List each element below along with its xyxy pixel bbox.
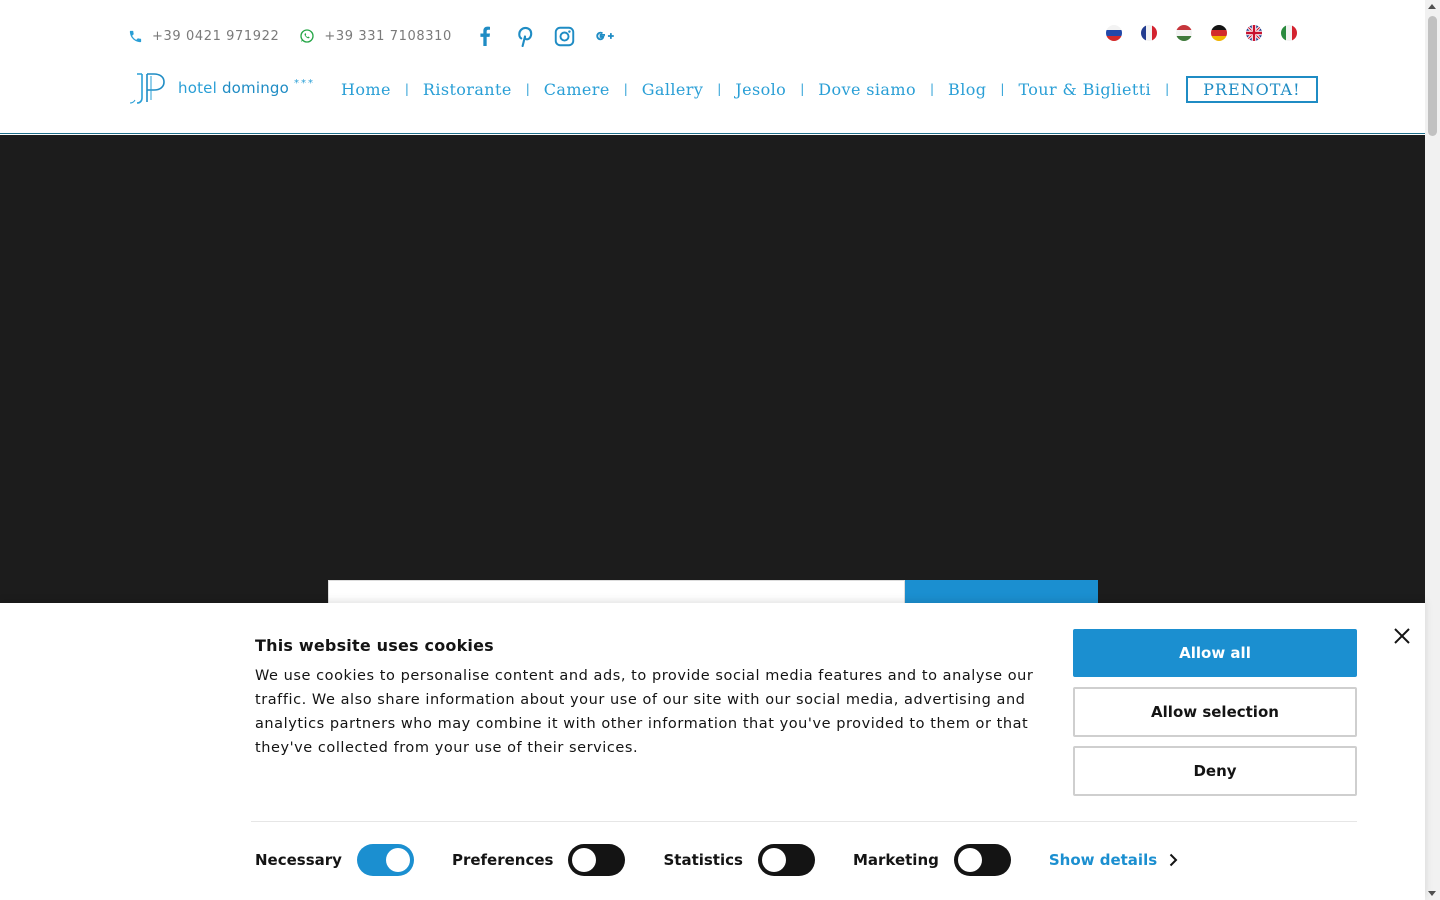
whatsapp-contact[interactable]: +39 331 7108310: [299, 28, 451, 44]
chevron-right-icon: [1169, 853, 1178, 867]
allow-selection-button[interactable]: Allow selection: [1073, 687, 1357, 737]
cookie-divider: [251, 821, 1357, 822]
site-header: +39 0421 971922 +39 331 7108310 hotel do…: [0, 0, 1425, 134]
phone-icon: [129, 30, 142, 42]
nav-separator: |: [623, 82, 628, 96]
scroll-down-icon[interactable]: [1428, 891, 1436, 896]
flag-de-icon[interactable]: [1211, 25, 1227, 41]
language-switcher: [1106, 25, 1316, 41]
necessary-switch[interactable]: [356, 844, 414, 876]
cookie-toggles: Necessary Preferences Statistics Marketi…: [255, 844, 1178, 876]
nav-jesolo[interactable]: Jesolo: [735, 80, 786, 99]
whatsapp-icon: [300, 29, 315, 43]
logo-text: hotel domingo: [178, 79, 289, 97]
scroll-up-icon[interactable]: [1428, 4, 1436, 9]
nav-separator: |: [1000, 82, 1005, 96]
nav-dove-siamo[interactable]: Dove siamo: [818, 80, 916, 99]
cookie-banner: This website uses cookies We use cookies…: [0, 603, 1425, 900]
nav-camere[interactable]: Camere: [544, 80, 610, 99]
flag-ru-icon[interactable]: [1106, 25, 1122, 41]
toggle-label: Marketing: [852, 851, 939, 869]
pinterest-icon[interactable]: [514, 25, 536, 47]
nav-separator: |: [1165, 82, 1170, 96]
allow-all-button[interactable]: Allow all: [1073, 629, 1357, 677]
nav-home[interactable]: Home: [341, 80, 391, 99]
flag-hu-icon[interactable]: [1176, 25, 1192, 41]
instagram-icon[interactable]: [554, 25, 576, 47]
whatsapp-number[interactable]: +39 331 7108310: [324, 29, 451, 44]
preferences-switch[interactable]: [568, 844, 626, 876]
toggle-statistics[interactable]: Statistics: [663, 844, 815, 876]
nav-separator: |: [929, 82, 935, 96]
marketing-switch[interactable]: [953, 844, 1011, 876]
page-scrollbar[interactable]: [1425, 0, 1440, 900]
cookie-title: This website uses cookies: [255, 636, 494, 655]
nav-gallery[interactable]: Gallery: [642, 80, 704, 99]
close-icon[interactable]: [1392, 626, 1412, 646]
toggle-preferences[interactable]: Preferences: [452, 844, 626, 876]
facebook-icon[interactable]: [474, 25, 496, 47]
phone-number[interactable]: +39 0421 971922: [152, 29, 279, 44]
logo-text-domingo: domingo: [221, 79, 290, 97]
toggle-label: Preferences: [451, 851, 554, 869]
nav-separator: |: [404, 82, 409, 96]
nav-blog[interactable]: Blog: [948, 80, 986, 99]
logo-stars: ***: [294, 77, 316, 89]
nav-tour-biglietti[interactable]: Tour & Biglietti: [1018, 80, 1151, 99]
nav-separator: |: [717, 82, 722, 96]
switch-knob: [385, 848, 410, 872]
logo-monogram-icon: [129, 73, 165, 104]
main-nav: Home | Ristorante | Camere | Gallery | J…: [341, 75, 1318, 103]
flag-fr-icon[interactable]: [1141, 25, 1157, 41]
book-now-button[interactable]: PRENOTA!: [1186, 75, 1318, 103]
nav-ristorante[interactable]: Ristorante: [423, 80, 512, 99]
toggle-label: Statistics: [663, 851, 743, 869]
statistics-switch[interactable]: [757, 844, 815, 876]
toggle-marketing[interactable]: Marketing: [853, 844, 1011, 876]
nav-separator: |: [525, 82, 530, 96]
top-bar: +39 0421 971922 +39 331 7108310: [128, 24, 634, 48]
scroll-thumb[interactable]: [1428, 16, 1437, 136]
switch-knob: [957, 848, 982, 872]
hotel-logo[interactable]: hotel domingo ***: [128, 70, 315, 106]
switch-knob: [572, 848, 597, 872]
deny-button[interactable]: Deny: [1073, 746, 1357, 796]
flag-en-icon[interactable]: [1246, 25, 1262, 41]
phone-contact[interactable]: +39 0421 971922: [128, 29, 279, 44]
flag-it-icon[interactable]: [1281, 25, 1297, 41]
social-links: [474, 25, 634, 47]
switch-knob: [761, 848, 786, 872]
toggle-necessary[interactable]: Necessary: [255, 844, 414, 876]
google-plus-icon[interactable]: [594, 25, 616, 47]
toggle-label: Necessary: [255, 851, 342, 869]
hero-banner: [0, 135, 1425, 605]
logo-text-hotel: hotel: [178, 79, 217, 97]
show-details-link[interactable]: Show details: [1049, 851, 1178, 869]
nav-separator: |: [800, 82, 805, 96]
cookie-description: We use cookies to personalise content an…: [255, 668, 1034, 756]
show-details-label[interactable]: Show details: [1049, 851, 1157, 869]
